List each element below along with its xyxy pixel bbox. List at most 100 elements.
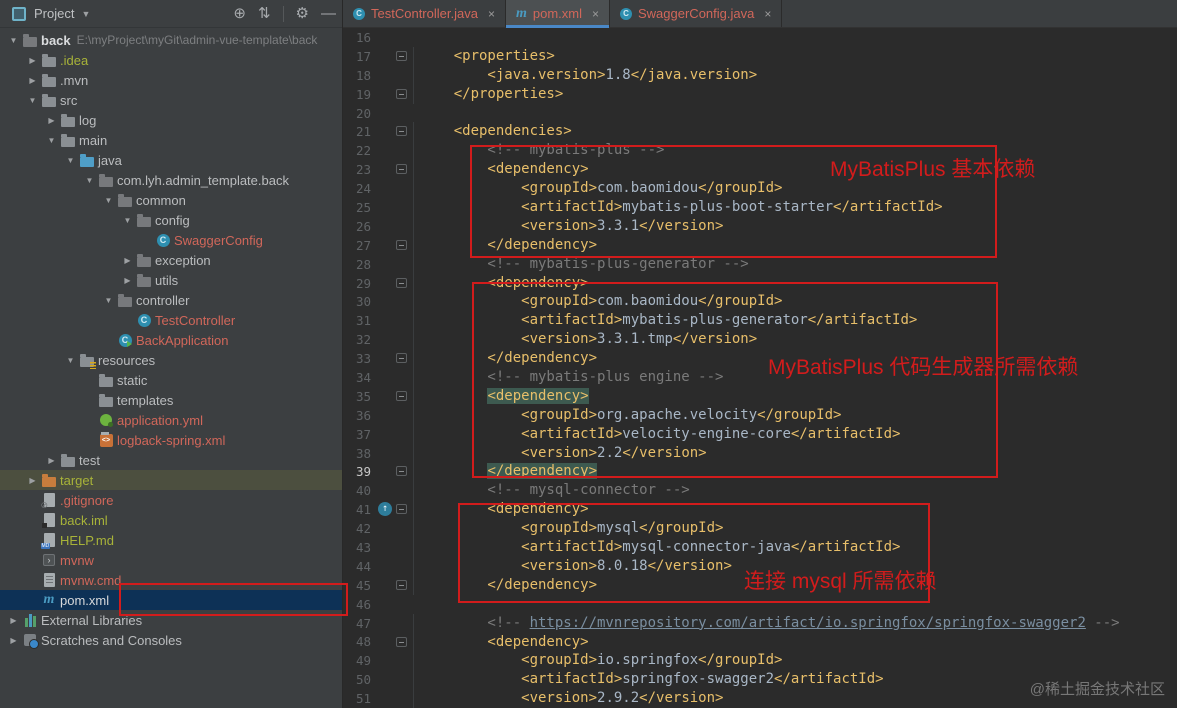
- tab-pom-xml[interactable]: m pom.xml ×: [505, 0, 610, 28]
- collapse-arrow-icon[interactable]: ▼: [101, 196, 116, 205]
- tree-item-config[interactable]: ▼ config: [0, 210, 342, 230]
- chevron-down-icon[interactable]: ▼: [81, 9, 90, 19]
- close-icon[interactable]: ×: [488, 7, 495, 21]
- tree-item-scratches-and-consoles[interactable]: ▶ Scratches and Consoles: [0, 630, 342, 650]
- collapse-arrow-icon[interactable]: ▼: [6, 36, 21, 45]
- code-line[interactable]: 38 <version>2.2</version>: [343, 443, 1177, 463]
- panel-title[interactable]: Project: [34, 6, 74, 21]
- tree-item-log[interactable]: ▶ log: [0, 110, 342, 130]
- code-viewport[interactable]: 16 17 <properties> 18 <java.version>1.8</j…: [343, 28, 1177, 708]
- collapse-arrow-icon[interactable]: ▼: [25, 96, 40, 105]
- tree-item-swaggerconfig[interactable]: C SwaggerConfig: [0, 230, 342, 250]
- tree-item-controller[interactable]: ▼ controller: [0, 290, 342, 310]
- tree-item-logback-spring-xml[interactable]: <> logback-spring.xml: [0, 430, 342, 450]
- fold-marker-icon[interactable]: [396, 636, 407, 647]
- code-line[interactable]: 25 <artifactId>mybatis-plus-boot-starter…: [343, 198, 1177, 217]
- maven-update-icon[interactable]: ↑: [378, 502, 392, 517]
- code-line[interactable]: 46: [343, 595, 1177, 614]
- tree-item-templates[interactable]: templates: [0, 390, 342, 410]
- tree-item--idea[interactable]: ▶ .idea: [0, 50, 342, 70]
- tree-item-mvnw-cmd[interactable]: mvnw.cmd: [0, 570, 342, 590]
- tree-item-back[interactable]: ▼ back E:\myProject\myGit\admin-vue-templa…: [0, 30, 342, 50]
- code-line[interactable]: 33 </dependency>: [343, 349, 1177, 369]
- collapse-arrow-icon[interactable]: ▼: [101, 296, 116, 305]
- tree-item-mvnw[interactable]: › mvnw: [0, 550, 342, 570]
- tree-item-com-lyh-admin-template-back[interactable]: ▼ com.lyh.admin_template.back: [0, 170, 342, 190]
- collapse-arrow-icon[interactable]: ▼: [63, 356, 78, 365]
- close-icon[interactable]: ×: [764, 7, 771, 21]
- tree-item-external-libraries[interactable]: ▶ External Libraries: [0, 610, 342, 630]
- code-line[interactable]: 41 ↑ <dependency>: [343, 500, 1177, 520]
- code-line[interactable]: 30 <groupId>com.baomidou</groupId>: [343, 292, 1177, 312]
- editor-area[interactable]: C TestController.java × m pom.xml × C SwaggerCo…: [343, 0, 1177, 708]
- code-line[interactable]: 35 <dependency>: [343, 386, 1177, 406]
- fold-marker-icon[interactable]: [396, 277, 407, 288]
- fold-marker-icon[interactable]: [396, 50, 407, 61]
- collapse-arrow-icon[interactable]: ▼: [82, 176, 97, 185]
- collapse-all-icon[interactable]: ⇅: [258, 6, 271, 21]
- tree-item-utils[interactable]: ▶ utils: [0, 270, 342, 290]
- collapse-arrow-icon[interactable]: ▼: [120, 216, 135, 225]
- tree-item-static[interactable]: static: [0, 370, 342, 390]
- fold-marker-icon[interactable]: [396, 390, 407, 401]
- code-line[interactable]: 45 </dependency>: [343, 575, 1177, 595]
- tree-item--gitignore[interactable]: .gitignore: [0, 490, 342, 511]
- code-line[interactable]: 16: [343, 28, 1177, 47]
- tree-item-java[interactable]: ▼ java: [0, 150, 342, 170]
- fold-marker-icon[interactable]: [396, 504, 407, 515]
- collapse-arrow-icon[interactable]: ▼: [44, 136, 59, 145]
- tree-item-target[interactable]: ▶ target: [0, 470, 342, 490]
- code-line[interactable]: 28 <!-- mybatis-plus-generator -->: [343, 254, 1177, 274]
- tree-item-test[interactable]: ▶ test: [0, 450, 342, 470]
- code-line[interactable]: 36 <groupId>org.apache.velocity</groupId…: [343, 405, 1177, 425]
- expand-arrow-icon[interactable]: ▶: [120, 256, 135, 265]
- tree-item-resources[interactable]: ▼ resources: [0, 350, 342, 370]
- settings-gear-icon[interactable]: ⚙: [296, 6, 309, 21]
- tree-item--mvn[interactable]: ▶ .mvn: [0, 70, 342, 90]
- tree-item-testcontroller[interactable]: C TestController: [0, 310, 342, 330]
- code-line[interactable]: 43 <artifactId>mysql-connector-java</art…: [343, 538, 1177, 557]
- tree-item-exception[interactable]: ▶ exception: [0, 250, 342, 270]
- tab-swaggerconfig-java[interactable]: C SwaggerConfig.java ×: [610, 0, 783, 27]
- code-line[interactable]: 31 <artifactId>mybatis-plus-generator</a…: [343, 311, 1177, 331]
- collapse-arrow-icon[interactable]: ▼: [63, 156, 78, 165]
- hide-panel-icon[interactable]: —: [321, 6, 336, 21]
- fold-marker-icon[interactable]: [396, 353, 407, 364]
- code-line[interactable]: 21 <dependencies>: [343, 122, 1177, 142]
- expand-arrow-icon[interactable]: ▶: [6, 636, 21, 645]
- code-line[interactable]: 40 <!-- mysql-connector -->: [343, 481, 1177, 501]
- fold-marker-icon[interactable]: [396, 466, 407, 477]
- tree-item-main[interactable]: ▼ main: [0, 130, 342, 150]
- tree-item-help-md[interactable]: HELP.md: [0, 530, 342, 550]
- code-line[interactable]: 39 </dependency>: [343, 462, 1177, 482]
- code-line[interactable]: 48 <dependency>: [343, 632, 1177, 652]
- fold-marker-icon[interactable]: [396, 579, 407, 590]
- code-line[interactable]: 17 <properties>: [343, 46, 1177, 66]
- code-line[interactable]: 23 <dependency>: [343, 160, 1177, 180]
- close-icon[interactable]: ×: [592, 7, 599, 21]
- code-line[interactable]: 44 <version>8.0.18</version>: [343, 556, 1177, 576]
- tree-item-back-iml[interactable]: back.iml: [0, 510, 342, 530]
- fold-marker-icon[interactable]: [396, 239, 407, 250]
- expand-arrow-icon[interactable]: ▶: [44, 116, 59, 125]
- code-line[interactable]: 22 <!-- mybatis-plus -->: [343, 141, 1177, 161]
- code-line[interactable]: 32 <version>3.3.1.tmp</version>: [343, 330, 1177, 350]
- code-line[interactable]: 24 <groupId>com.baomidou</groupId>: [343, 179, 1177, 199]
- code-line[interactable]: 26 <version>3.3.1</version>: [343, 216, 1177, 236]
- tab-testcontroller-java[interactable]: C TestController.java ×: [343, 0, 506, 27]
- locate-icon[interactable]: ⊕: [233, 6, 246, 21]
- expand-arrow-icon[interactable]: ▶: [44, 456, 59, 465]
- code-line[interactable]: 47 <!-- https://mvnrepository.com/artifa…: [343, 613, 1177, 633]
- code-line[interactable]: 49 <groupId>io.springfox</groupId>: [343, 651, 1177, 671]
- fold-marker-icon[interactable]: [396, 164, 407, 175]
- expand-arrow-icon[interactable]: ▶: [25, 476, 40, 485]
- code-line[interactable]: 27 </dependency>: [343, 235, 1177, 255]
- code-line[interactable]: 37 <artifactId>velocity-engine-core</art…: [343, 424, 1177, 444]
- code-line[interactable]: 19 </properties>: [343, 84, 1177, 104]
- expand-arrow-icon[interactable]: ▶: [25, 76, 40, 85]
- code-line[interactable]: 29 <dependency>: [343, 273, 1177, 293]
- code-line[interactable]: 18 <java.version>1.8</java.version>: [343, 65, 1177, 85]
- expand-arrow-icon[interactable]: ▶: [120, 276, 135, 285]
- tree-item-common[interactable]: ▼ common: [0, 190, 342, 210]
- expand-arrow-icon[interactable]: ▶: [6, 616, 21, 625]
